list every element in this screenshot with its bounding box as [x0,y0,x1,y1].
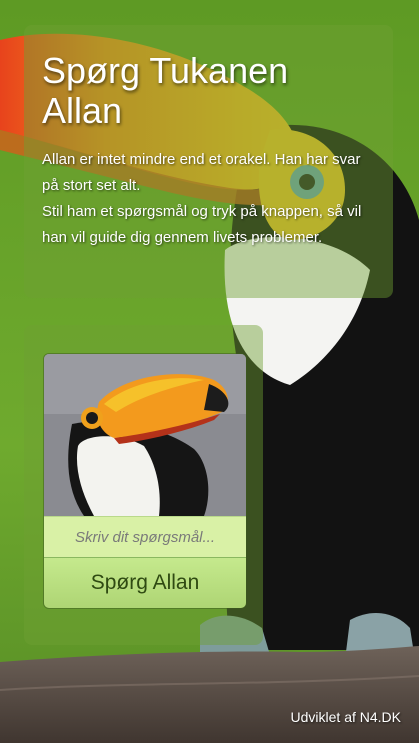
ask-allan-button[interactable]: Spørg Allan [44,558,246,608]
intro-panel: Spørg Tukanen Allan Allan er intet mindr… [24,25,393,298]
description: Allan er intet mindre end et orakel. Han… [42,147,375,251]
ask-card: Spørg Allan [43,353,247,609]
ask-panel: Spørg Allan [24,325,263,645]
description-line-1: Allan er intet mindre end et orakel. Han… [42,151,361,194]
footer-credit: Udviklet af N4.DK [290,709,401,725]
page-title: Spørg Tukanen Allan [42,50,289,131]
description-line-2: Stil ham et spørgsmål og tryk på knappen… [42,203,362,246]
toucan-photo [44,354,246,516]
question-input[interactable] [44,516,246,558]
